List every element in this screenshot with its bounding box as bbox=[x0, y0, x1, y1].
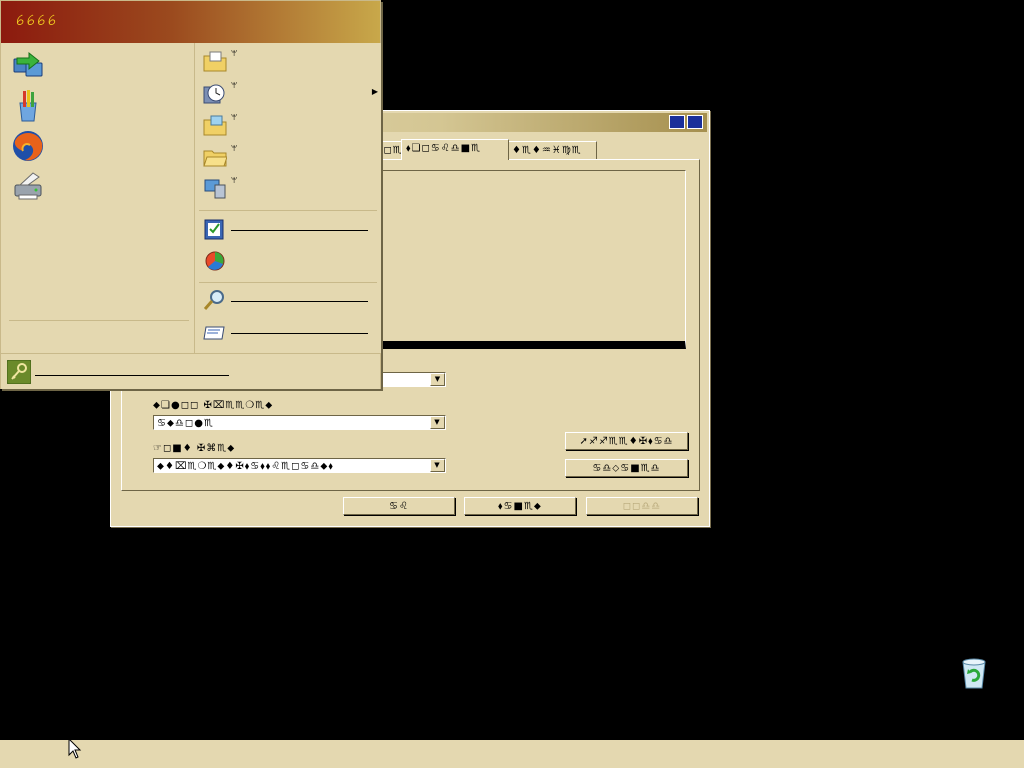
places-item-pictures[interactable]: ꕚ bbox=[201, 111, 376, 139]
ok-button[interactable]: ♋♌ bbox=[343, 497, 455, 515]
run-label-line bbox=[231, 333, 368, 334]
start-menu: ꕃꕃꕃꕃ ꕚ ꕚ ▶ ꕚ ꕚ ꕚ bbox=[0, 0, 381, 389]
start-menu-footer bbox=[1, 353, 380, 389]
paint-brushes-icon[interactable] bbox=[11, 89, 45, 123]
chevron-down-icon[interactable]: ▼ bbox=[430, 416, 445, 429]
logoff-label-line bbox=[35, 375, 229, 376]
places-item-default-programs[interactable] bbox=[201, 247, 376, 275]
start-menu-header: ꕃꕃꕃꕃ bbox=[1, 1, 380, 43]
submenu-arrow-icon: ▶ bbox=[371, 87, 378, 96]
control-panel-icon bbox=[204, 219, 224, 240]
pinned-separator bbox=[9, 320, 189, 321]
run-icon bbox=[203, 326, 225, 340]
default-programs-icon bbox=[205, 251, 225, 271]
apply-button[interactable]: ◻◻♎♎ bbox=[586, 497, 698, 515]
close-button[interactable] bbox=[687, 115, 703, 129]
user-name: ꕃꕃꕃꕃ bbox=[15, 13, 58, 29]
taskbar bbox=[0, 740, 1024, 768]
printer-icon[interactable] bbox=[11, 169, 45, 203]
pinned-programs bbox=[1, 43, 194, 353]
places-separator-1 bbox=[199, 210, 377, 211]
places-item-recent[interactable]: ꕚ ▶ bbox=[201, 79, 378, 107]
help-button[interactable] bbox=[669, 115, 685, 129]
places-item-computer[interactable]: ꕚ bbox=[201, 174, 376, 202]
field-label-1: ⬥❏●◻◻ ✠⌧♏♏❍♏⬥ bbox=[153, 400, 274, 411]
field-label-2: ☞◻■♦ ✠⌘♏⬥ bbox=[153, 443, 236, 454]
recycle-bin-icon[interactable] bbox=[958, 656, 990, 690]
field-combo-1[interactable]: ♋⬥♎◻●♏ ▼ bbox=[153, 415, 446, 430]
places-item-run[interactable] bbox=[201, 318, 376, 346]
effects-button[interactable]: ➚♐♐♏♏♦✠⬧♋♎ bbox=[565, 432, 688, 450]
control-panel-label-line bbox=[231, 230, 368, 231]
places-column: ꕚ ꕚ ▶ ꕚ ꕚ ꕚ bbox=[194, 43, 381, 353]
mouse-cursor-icon bbox=[68, 738, 82, 759]
cancel-button[interactable]: ⬧♋■♏⬥ bbox=[464, 497, 576, 515]
recent-clock-icon bbox=[203, 84, 225, 104]
search-label-line bbox=[231, 301, 368, 302]
search-icon bbox=[203, 290, 224, 310]
advanced-button[interactable]: ♋♎⬦♋■♏♎ bbox=[565, 459, 688, 477]
tab-3[interactable]: ♦♏♦♒♓♍♏ bbox=[507, 141, 597, 159]
places-separator-2 bbox=[199, 282, 377, 283]
logoff-key-icon[interactable] bbox=[7, 360, 31, 384]
places-item-folder[interactable]: ꕚ bbox=[201, 142, 376, 170]
my-computer-icon bbox=[204, 179, 226, 199]
folder-pictures-icon bbox=[203, 115, 227, 136]
tab-2[interactable]: ⬧❏◻♋♌♎■♏ bbox=[401, 139, 509, 160]
chevron-down-icon[interactable]: ▼ bbox=[430, 373, 445, 386]
folder-documents-icon bbox=[203, 51, 227, 72]
firefox-icon[interactable] bbox=[11, 129, 45, 163]
places-item-search[interactable] bbox=[201, 286, 376, 314]
folder-open-icon bbox=[203, 150, 227, 167]
chevron-down-icon[interactable]: ▼ bbox=[430, 459, 445, 472]
places-item-control-panel[interactable] bbox=[201, 215, 376, 243]
field-combo-2[interactable]: ⬥♦⌧♏❍♏⬥♦✠⬧♋⬧⬧♌♏◻♋♎⬥⬧ ▼ bbox=[153, 458, 446, 473]
migration-wizard-icon[interactable] bbox=[11, 49, 45, 83]
places-item-documents[interactable]: ꕚ bbox=[201, 47, 376, 75]
